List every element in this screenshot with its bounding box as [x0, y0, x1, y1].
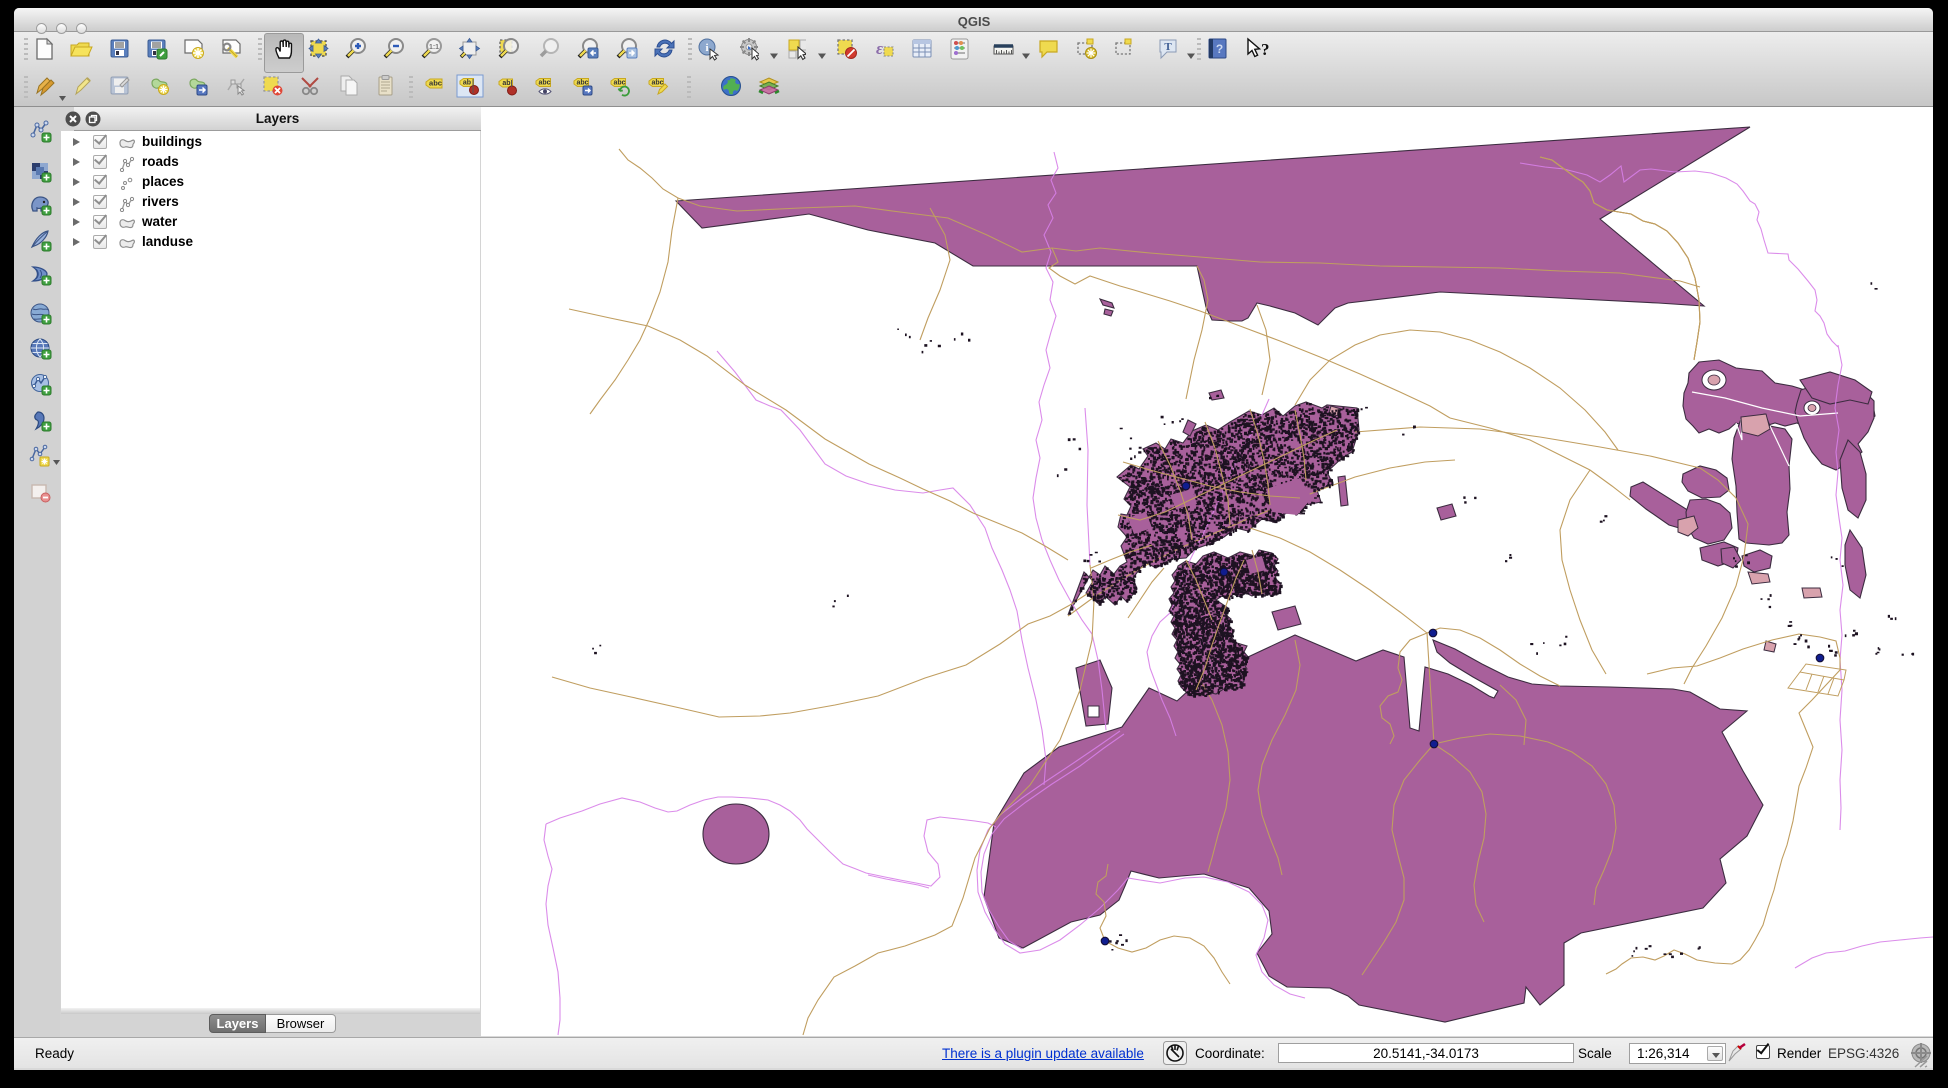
svg-text:ab: ab: [502, 80, 510, 87]
svg-text:?: ?: [1261, 40, 1270, 59]
svg-text:abc: abc: [613, 80, 625, 87]
svg-text:abc: abc: [651, 80, 663, 87]
svg-text:abc: abc: [429, 79, 442, 88]
svg-text:ε: ε: [876, 39, 883, 58]
svg-text:abc: abc: [538, 80, 550, 87]
svg-text:?: ?: [1216, 42, 1223, 56]
svg-text:abc: abc: [576, 80, 588, 87]
svg-text:i: i: [705, 42, 708, 54]
svg-text:ab: ab: [463, 80, 471, 87]
svg-text:T: T: [1164, 41, 1172, 53]
svg-text:1:1: 1:1: [429, 44, 439, 51]
